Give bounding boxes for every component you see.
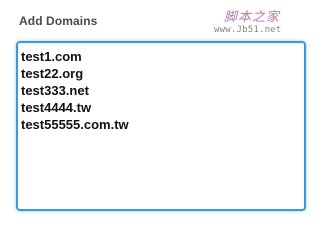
watermark-title: 脚本之家 <box>224 10 281 25</box>
domain-line: test55555.com.tw <box>21 117 129 132</box>
domain-line: test1.com <box>21 49 82 64</box>
domain-line: test4444.tw <box>21 100 92 115</box>
watermark-url: www.Jb51.net <box>214 25 282 35</box>
site-watermark: 脚本之家 www.Jb51.net <box>214 4 298 40</box>
add-domains-label: Add Domains <box>19 14 98 28</box>
domain-line: test333.net <box>21 83 89 98</box>
domains-textarea[interactable]: test1.com test22.org test333.net test444… <box>16 41 306 211</box>
domain-line: test22.org <box>21 66 84 81</box>
